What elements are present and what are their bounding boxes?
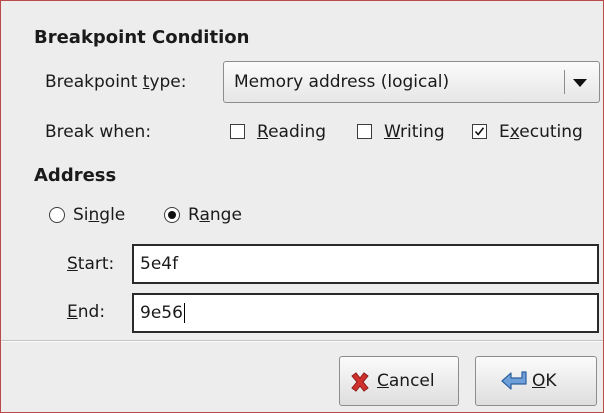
breakpoint-type-value: Memory address (logical) (234, 72, 450, 92)
range-radio[interactable] (164, 207, 180, 223)
start-label: Start: (67, 254, 115, 274)
text-cursor (183, 303, 185, 323)
address-heading: Address (34, 165, 117, 186)
reading-checkbox[interactable] (230, 124, 245, 139)
breakpoint-condition-heading: Breakpoint Condition (34, 27, 250, 48)
cancel-button[interactable]: Cancel (339, 356, 459, 406)
dropdown-arrow-icon[interactable] (573, 79, 587, 87)
ok-button-label: OK (532, 371, 557, 391)
ok-icon (501, 371, 527, 390)
executing-label[interactable]: Executing (499, 122, 583, 142)
break-when-label: Break when: (45, 122, 152, 142)
end-address-value: 9e56 (140, 303, 183, 323)
executing-checkbox[interactable] (472, 124, 487, 139)
breakpoint-type-label: Breakpoint type: (45, 72, 187, 92)
cancel-icon (351, 372, 369, 392)
writing-label[interactable]: Writing (384, 122, 445, 142)
end-address-input[interactable]: 9e56 (132, 293, 599, 333)
breakpoint-dialog: Breakpoint Condition Breakpoint type: Me… (0, 0, 604, 413)
button-divider-highlight (1, 341, 603, 342)
ok-button[interactable]: OK (475, 356, 597, 406)
start-address-value: 5e4f (140, 254, 179, 274)
end-address-text: 9e56 (140, 303, 185, 323)
start-address-input[interactable]: 5e4f (132, 244, 599, 284)
breakpoint-type-dropdown[interactable]: Memory address (logical) (223, 61, 600, 103)
single-radio-label[interactable]: Single (73, 205, 125, 225)
checkmark-icon (474, 127, 485, 136)
range-radio-label[interactable]: Range (188, 205, 242, 225)
reading-label[interactable]: Reading (257, 122, 326, 142)
writing-checkbox[interactable] (357, 124, 372, 139)
cancel-button-label: Cancel (377, 371, 435, 391)
dropdown-separator (564, 70, 565, 94)
single-radio[interactable] (49, 207, 65, 223)
radio-selected-dot (168, 211, 176, 219)
end-label: End: (67, 302, 106, 322)
